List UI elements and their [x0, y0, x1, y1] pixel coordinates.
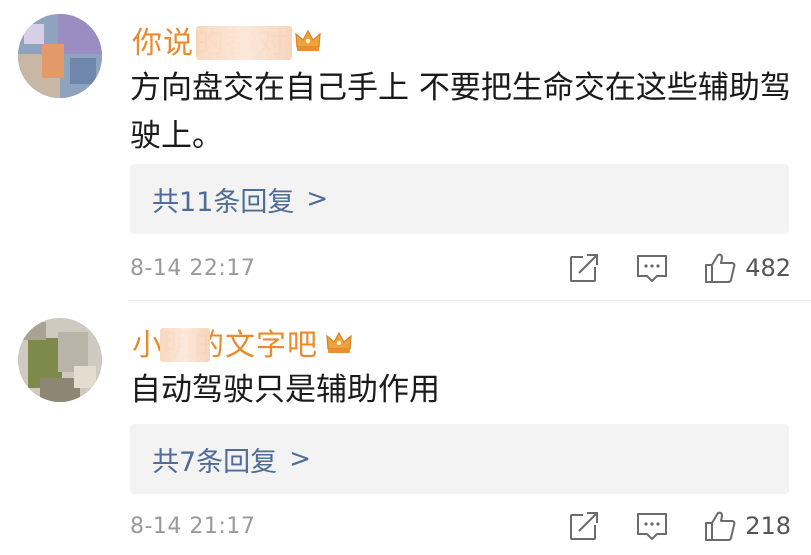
- comment-meta: 8-14 22:17 482: [130, 248, 791, 288]
- like-count: 218: [745, 512, 791, 540]
- share-icon[interactable]: [567, 251, 601, 285]
- comment-icon[interactable]: [635, 509, 669, 543]
- like-button[interactable]: 218: [703, 509, 791, 543]
- username-blur-mask: [160, 328, 210, 362]
- crown-icon: [295, 29, 321, 51]
- avatar[interactable]: [18, 318, 102, 402]
- thumbs-up-icon[interactable]: [703, 509, 737, 543]
- chevron-right-icon: >: [306, 184, 329, 214]
- comment-text: 方向盘交在自己手上 不要把生命交在这些辅助驾驶上。: [130, 70, 791, 154]
- reply-count-label[interactable]: 共7条回复: [152, 440, 277, 479]
- comment-divider: [128, 300, 811, 301]
- like-count: 482: [745, 254, 791, 282]
- crown-icon: [326, 331, 352, 353]
- comment-item: 小明的文字吧 自动驾驶只是辅助作用 共7条回复 > 8-14 21:17 218: [0, 302, 811, 555]
- avatar[interactable]: [18, 14, 102, 98]
- comment-actions: 218: [567, 506, 791, 546]
- thumbs-up-icon[interactable]: [703, 251, 737, 285]
- timestamp: 8-14 21:17: [130, 513, 256, 539]
- comment-meta: 8-14 21:17 218: [130, 506, 791, 546]
- share-icon[interactable]: [567, 509, 601, 543]
- view-replies-link[interactable]: 共11条回复 >: [130, 164, 789, 234]
- comment-icon[interactable]: [635, 251, 669, 285]
- comment-list: 你说的都对 方向盘交在自己手上 不要把生命交在这些辅助驾驶上。 共11条回复 >…: [0, 0, 811, 555]
- like-button[interactable]: 482: [703, 251, 791, 285]
- comment-text: 自动驾驶只是辅助作用: [130, 372, 440, 408]
- chevron-right-icon: >: [289, 444, 311, 474]
- comment-actions: 482: [567, 248, 791, 288]
- username-blur-mask: [196, 26, 292, 60]
- comment-item: 你说的都对 方向盘交在自己手上 不要把生命交在这些辅助驾驶上。 共11条回复 >…: [0, 0, 811, 300]
- reply-count-label[interactable]: 共11条回复: [152, 180, 294, 219]
- timestamp: 8-14 22:17: [130, 255, 256, 281]
- view-replies-link[interactable]: 共7条回复 >: [130, 424, 789, 494]
